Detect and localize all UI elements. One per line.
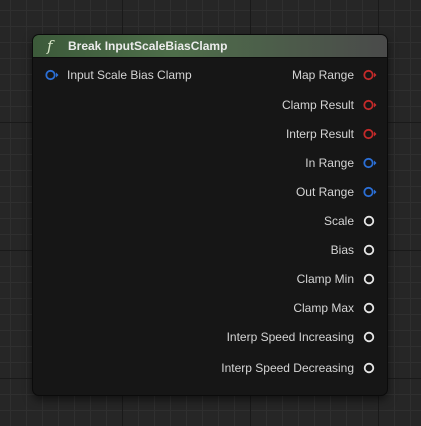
output-pin-label: Clamp Min [296, 272, 354, 286]
struct-pin-icon[interactable] [363, 99, 377, 111]
float-pin-icon[interactable] [363, 244, 375, 256]
output-pin-label: Scale [323, 214, 354, 228]
node-header[interactable]: f Break InputScaleBiasClamp [33, 35, 387, 58]
output-pin-label: Bias [330, 243, 354, 257]
output-pin-label: Clamp Max [293, 301, 354, 315]
input-pin-label: Input Scale Bias Clamp [67, 68, 192, 82]
function-icon: f [47, 37, 53, 55]
output-pin-label: Map Range [291, 68, 354, 82]
float-pin-icon[interactable] [363, 302, 375, 314]
graph-canvas[interactable]: f Break InputScaleBiasClamp Input Scale … [0, 0, 421, 426]
struct-pin-icon[interactable] [45, 69, 59, 81]
struct-pin-icon[interactable] [363, 157, 377, 169]
output-pin-label: In Range [305, 156, 354, 170]
float-pin-icon[interactable] [363, 273, 375, 285]
node-title: Break InputScaleBiasClamp [68, 39, 228, 53]
output-pin-label: Interp Speed Decreasing [221, 361, 354, 375]
output-pin-label: Out Range [295, 185, 354, 199]
float-pin-icon[interactable] [363, 362, 375, 374]
output-pin-label: Interp Result [285, 127, 354, 141]
struct-pin-icon[interactable] [363, 186, 377, 198]
float-pin-icon[interactable] [363, 331, 375, 343]
output-pin-label: Interp Speed Increasing [226, 330, 354, 344]
float-pin-icon[interactable] [363, 215, 375, 227]
struct-pin-icon[interactable] [363, 69, 377, 81]
output-pin-label: Clamp Result [281, 98, 354, 112]
break-struct-node[interactable]: f Break InputScaleBiasClamp Input Scale … [33, 35, 387, 395]
struct-pin-icon[interactable] [363, 128, 377, 140]
